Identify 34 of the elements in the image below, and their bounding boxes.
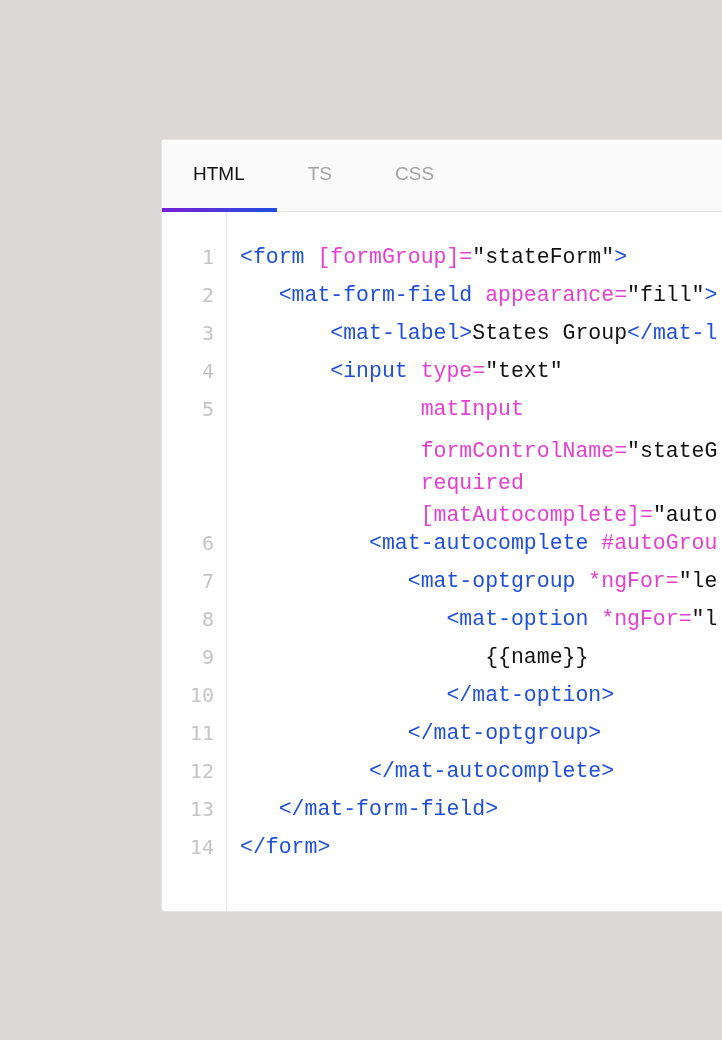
line-number: 3 xyxy=(200,321,215,347)
line-number: 14 xyxy=(188,835,215,861)
tab[interactable]: TS xyxy=(276,140,364,212)
line-number: 10 xyxy=(188,683,215,709)
code-line: <form [formGroup]="stateForm"> xyxy=(240,245,628,271)
line-number: 9 xyxy=(200,645,215,671)
code-line: <mat-autocomplete #autoGrou xyxy=(368,531,718,557)
code-line: </mat-autocomplete> xyxy=(368,759,615,785)
line-number: 12 xyxy=(188,759,215,785)
code-line: <mat-form-field appearance="fill"> xyxy=(277,283,718,309)
code-line: required xyxy=(419,470,524,497)
line-number: 5 xyxy=(200,397,215,423)
code-line: [matAutocomplete]="auto xyxy=(419,502,718,529)
code-line: </mat-option> xyxy=(445,683,615,709)
code-line: <input type="text" xyxy=(329,359,563,385)
code-line: formControlName="stateG xyxy=(419,438,718,465)
code-line: <mat-optgroup *ngFor="le xyxy=(406,569,718,595)
line-number: 4 xyxy=(200,359,215,385)
line-number: 1 xyxy=(200,245,215,271)
code-line: </form> xyxy=(240,835,331,861)
code-line: {{name}} xyxy=(484,645,589,671)
code-line: </mat-optgroup> xyxy=(406,721,602,747)
line-number: 2 xyxy=(200,283,215,309)
line-number: 7 xyxy=(200,569,215,595)
line-number: 11 xyxy=(188,721,215,747)
code-line: <mat-option *ngFor="l xyxy=(445,607,718,633)
line-number: 6 xyxy=(200,531,215,557)
line-number: 8 xyxy=(200,607,215,633)
line-number: 13 xyxy=(188,797,215,823)
code-line: <mat-label>States Group</mat-l xyxy=(329,321,718,347)
tab[interactable]: CSS xyxy=(364,140,467,212)
code-line: </mat-form-field> xyxy=(277,797,499,823)
tab[interactable]: HTML xyxy=(162,140,277,212)
code-line: matInput xyxy=(419,397,524,423)
